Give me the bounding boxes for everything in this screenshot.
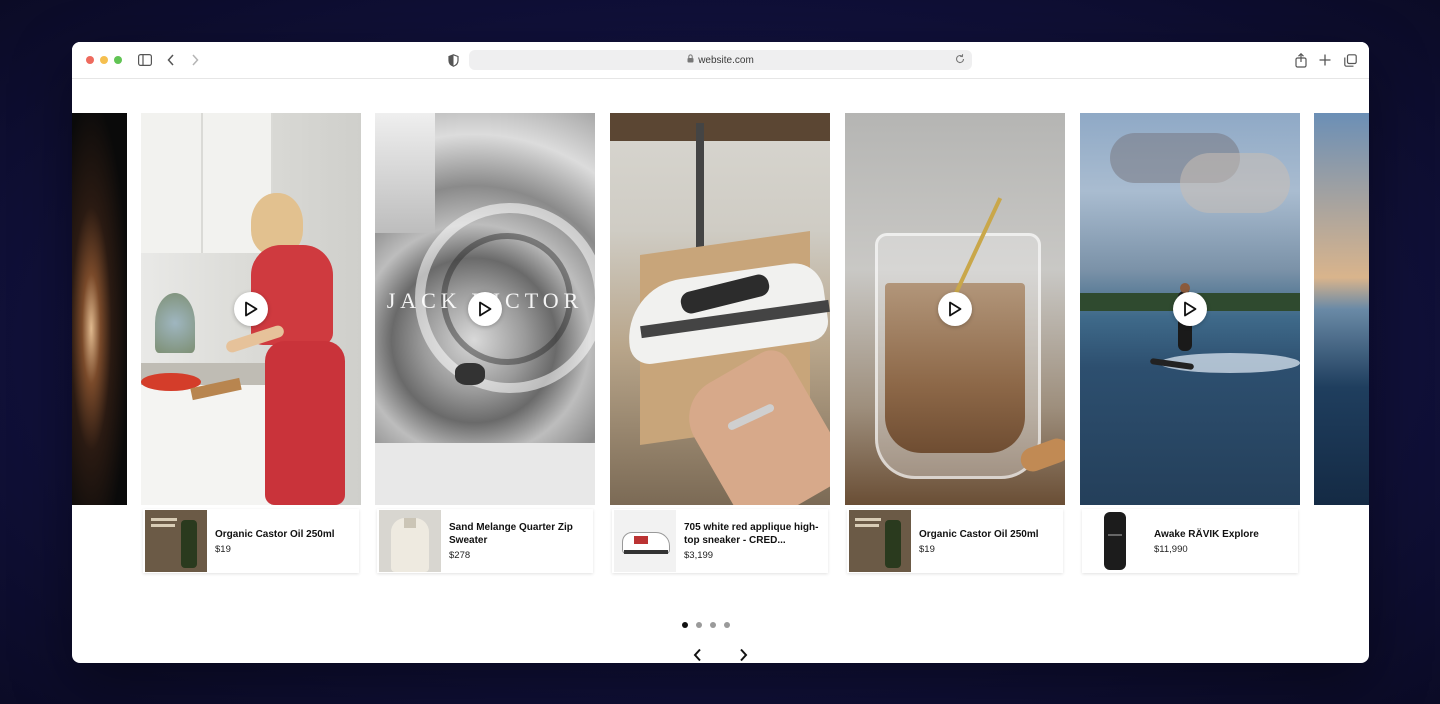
share-icon[interactable]	[1292, 51, 1310, 69]
play-button[interactable]	[468, 292, 502, 326]
play-button[interactable]	[1173, 292, 1207, 326]
card-media-kitchen[interactable]	[141, 113, 361, 505]
play-icon	[245, 301, 258, 317]
product-price: $278	[449, 550, 471, 561]
pagination-dot[interactable]	[723, 622, 730, 628]
pagination-dot[interactable]	[681, 622, 688, 628]
sidebar-icon[interactable]	[136, 51, 154, 69]
product-price: $19	[919, 543, 935, 555]
product-thumbnail	[849, 510, 911, 572]
card-media-sneaker[interactable]	[610, 113, 830, 505]
url-text: website.com	[698, 54, 754, 66]
pagination-dot[interactable]	[709, 622, 716, 628]
card-media-partial-right[interactable]	[1314, 113, 1369, 505]
play-button[interactable]	[234, 292, 268, 326]
product-card[interactable]: Organic Castor Oil 250ml $19	[847, 509, 1063, 573]
play-icon	[949, 301, 962, 317]
product-card[interactable]: Awake RÄVIK Explore $11,990	[1082, 509, 1298, 573]
video-carousel: JACK VICTOR Organic Castor Oil 250ml $19…	[72, 79, 1369, 663]
product-name: Sand Melange Quarter Zip Sweater	[449, 522, 573, 546]
reload-icon[interactable]	[954, 53, 966, 68]
carousel-next-button[interactable]	[733, 645, 753, 663]
shield-icon[interactable]	[444, 51, 462, 69]
card-media-partial-left[interactable]	[72, 113, 127, 505]
card-media-staircase[interactable]: JACK VICTOR	[375, 113, 595, 505]
product-thumbnail	[379, 510, 441, 572]
product-card[interactable]: Organic Castor Oil 250ml $19	[143, 509, 359, 573]
product-thumbnail	[1084, 510, 1146, 572]
product-price: $19	[215, 543, 231, 555]
lock-icon	[687, 54, 694, 66]
product-thumbnail	[614, 510, 676, 572]
product-card[interactable]: 705 white red applique high-top sneaker …	[612, 509, 828, 573]
tabs-overview-icon[interactable]	[1341, 51, 1359, 69]
product-card[interactable]: Sand Melange Quarter Zip Sweater $278	[377, 509, 593, 573]
back-icon[interactable]	[162, 51, 180, 69]
play-button[interactable]	[938, 292, 972, 326]
play-icon	[1184, 301, 1197, 317]
product-name: Awake RÄVIK Explore	[1154, 528, 1259, 540]
product-name: 705 white red applique high-top sneaker …	[684, 522, 819, 546]
product-thumbnail	[145, 510, 207, 572]
close-window-button[interactable]	[86, 56, 94, 64]
product-name: Organic Castor Oil 250ml	[215, 528, 335, 540]
product-price: $11,990	[1154, 543, 1188, 555]
pagination-dot[interactable]	[695, 622, 702, 628]
card-media-jetboard[interactable]	[1080, 113, 1300, 505]
card-media-coffee[interactable]	[845, 113, 1065, 505]
address-bar[interactable]: website.com	[469, 50, 972, 70]
browser-window: website.com JACK VICTOR Organic Castor O…	[72, 42, 1369, 663]
new-tab-icon[interactable]	[1316, 51, 1334, 69]
carousel-prev-button[interactable]	[687, 645, 707, 663]
chevron-right-icon	[739, 648, 747, 662]
browser-toolbar: website.com	[72, 42, 1369, 79]
product-price: $3,199	[684, 550, 714, 561]
carousel-pagination	[72, 622, 1354, 628]
product-name: Organic Castor Oil 250ml	[919, 528, 1039, 540]
zoom-window-button[interactable]	[114, 56, 122, 64]
play-icon	[479, 301, 492, 317]
forward-icon[interactable]	[186, 51, 204, 69]
chevron-left-icon	[693, 648, 701, 662]
minimize-window-button[interactable]	[100, 56, 108, 64]
